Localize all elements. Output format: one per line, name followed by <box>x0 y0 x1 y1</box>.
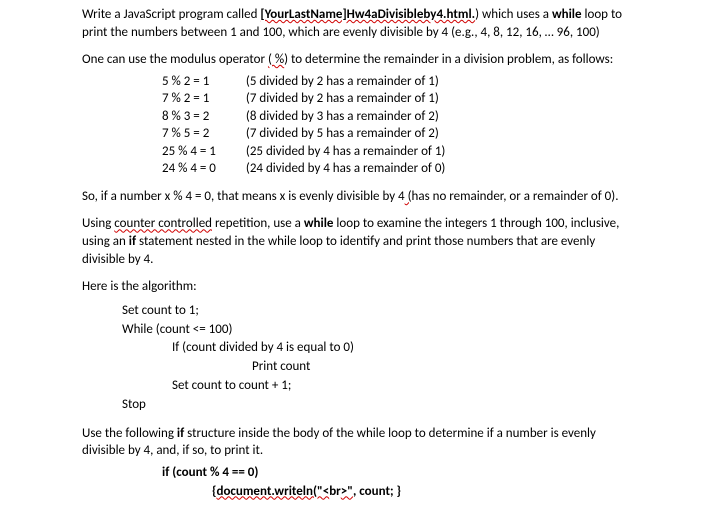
modulus-examples-table: 5 % 2 = 1 (5 divided by 2 has a remainde… <box>162 73 445 178</box>
so-paragraph: So, if a number x % 4 = 0, that means x … <box>82 188 636 206</box>
algo-line: Print count <box>252 358 636 377</box>
text: Using <box>82 216 114 231</box>
phrase-counter-controlled: counter controlled <box>114 216 212 231</box>
algo-line: If (count divided by 4 is equal to 0) <box>172 339 636 358</box>
algorithm-label: Here is the algorithm: <box>82 278 636 296</box>
expr-cell: 5 % 2 = 1 <box>162 73 246 91</box>
expr-cell: 7 % 2 = 1 <box>162 90 246 108</box>
expr-cell: 25 % 4 = 1 <box>162 143 246 161</box>
text: ) which uses a <box>475 7 552 22</box>
using-paragraph: Using counter controlled repetition, use… <box>82 215 636 268</box>
algo-line: Set count to count + 1; <box>172 377 636 396</box>
table-row: 24 % 4 = 0 (24 divided by 4 has a remain… <box>162 160 445 178</box>
text: One can use the modulus operator <box>82 52 268 67</box>
algo-line: Set count to 1; <box>122 302 636 321</box>
filename-placeholder: [YourLastName]Hw4aDivisibleby4.html. <box>260 7 475 22</box>
table-row: 7 % 2 = 1 (7 divided by 2 has a remainde… <box>162 90 445 108</box>
text: Write a JavaScript program called <box>82 7 260 22</box>
if-structure-block: if (count % 4 == 0) {document.writeln("<… <box>162 464 636 502</box>
document-page: Write a JavaScript program called [YourL… <box>0 0 718 512</box>
desc-cell: (7 divided by 5 has a remainder of 2) <box>246 125 445 143</box>
expr-cell: 8 % 3 = 2 <box>162 108 246 126</box>
desc-cell: (7 divided by 2 has a remainder of 1) <box>246 90 445 108</box>
text: repetition, use a <box>212 216 304 231</box>
if-line-1: if (count % 4 == 0) <box>162 464 636 483</box>
desc-cell: (8 divided by 3 has a remainder of 2) <box>246 108 445 126</box>
if-line-2: {document.writeln("<br>", count; } <box>212 483 636 502</box>
keyword-if: if <box>129 234 136 249</box>
algorithm-block: Set count to 1; While (count <= 100) If … <box>122 302 636 415</box>
text: has no remainder, or a remainder of 0). <box>412 189 619 204</box>
text: So, if a number x % 4 = 0, that means x … <box>82 189 405 204</box>
code-squiggle: >" <box>341 484 353 499</box>
keyword-while: while <box>304 216 334 231</box>
intro-paragraph: Write a JavaScript program called [YourL… <box>82 6 636 41</box>
grammar-squiggle: ( <box>405 189 412 204</box>
desc-cell: (5 divided by 2 has a remainder of 1) <box>246 73 445 91</box>
table-row: 8 % 3 = 2 (8 divided by 3 has a remainde… <box>162 108 445 126</box>
text: Use the following <box>82 426 177 441</box>
text: br <box>329 484 341 499</box>
operator-symbol: ( % <box>268 52 284 67</box>
desc-cell: (25 divided by 4 has a remainder of 1) <box>246 143 445 161</box>
algo-line: While (count <= 100) <box>122 321 636 340</box>
code-squiggle: document.writeln("< <box>216 484 329 499</box>
text: ) to determine the remainder in a divisi… <box>284 52 613 67</box>
table-row: 25 % 4 = 1 (25 divided by 4 has a remain… <box>162 143 445 161</box>
modulus-intro: One can use the modulus operator ( %) to… <box>82 51 636 69</box>
desc-cell: (24 divided by 4 has a remainder of 0) <box>246 160 445 178</box>
text: , count; } <box>353 484 401 499</box>
table-row: 5 % 2 = 1 (5 divided by 2 has a remainde… <box>162 73 445 91</box>
text: statement nested in the while loop to id… <box>82 234 595 267</box>
use-paragraph: Use the following if structure inside th… <box>82 425 636 460</box>
expr-cell: 24 % 4 = 0 <box>162 160 246 178</box>
keyword-while: while <box>552 7 582 22</box>
table-row: 7 % 5 = 2 (7 divided by 5 has a remainde… <box>162 125 445 143</box>
algo-line: Stop <box>122 396 636 415</box>
expr-cell: 7 % 5 = 2 <box>162 125 246 143</box>
